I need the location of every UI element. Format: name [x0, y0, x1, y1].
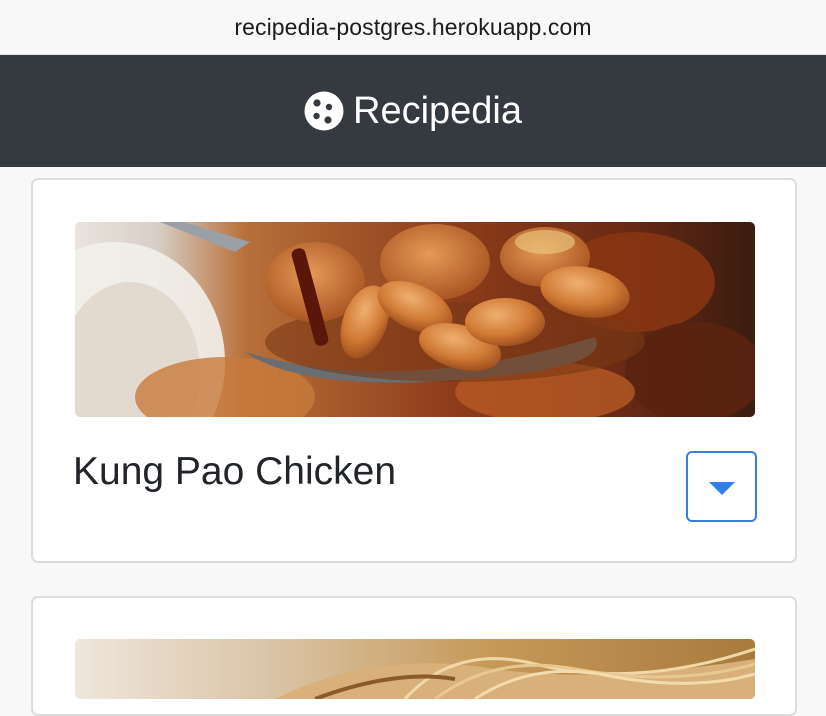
recipe-card: Kung Pao Chicken [31, 178, 797, 563]
top-navbar: Recipedia [0, 55, 826, 167]
recipe-card [31, 596, 797, 716]
brand-name[interactable]: Recipedia [353, 90, 522, 133]
recipe-image [75, 222, 755, 417]
brand-link[interactable]: Recipedia [304, 90, 522, 133]
browser-address-bar[interactable]: recipedia-postgres.herokuapp.com [0, 0, 826, 55]
caret-down-icon [708, 481, 735, 495]
cookie-icon [304, 91, 344, 131]
recipe-title[interactable]: Kung Pao Chicken [73, 450, 396, 494]
url-text[interactable]: recipedia-postgres.herokuapp.com [234, 14, 591, 41]
expand-recipe-button[interactable] [686, 451, 757, 522]
recipe-image [75, 639, 755, 699]
